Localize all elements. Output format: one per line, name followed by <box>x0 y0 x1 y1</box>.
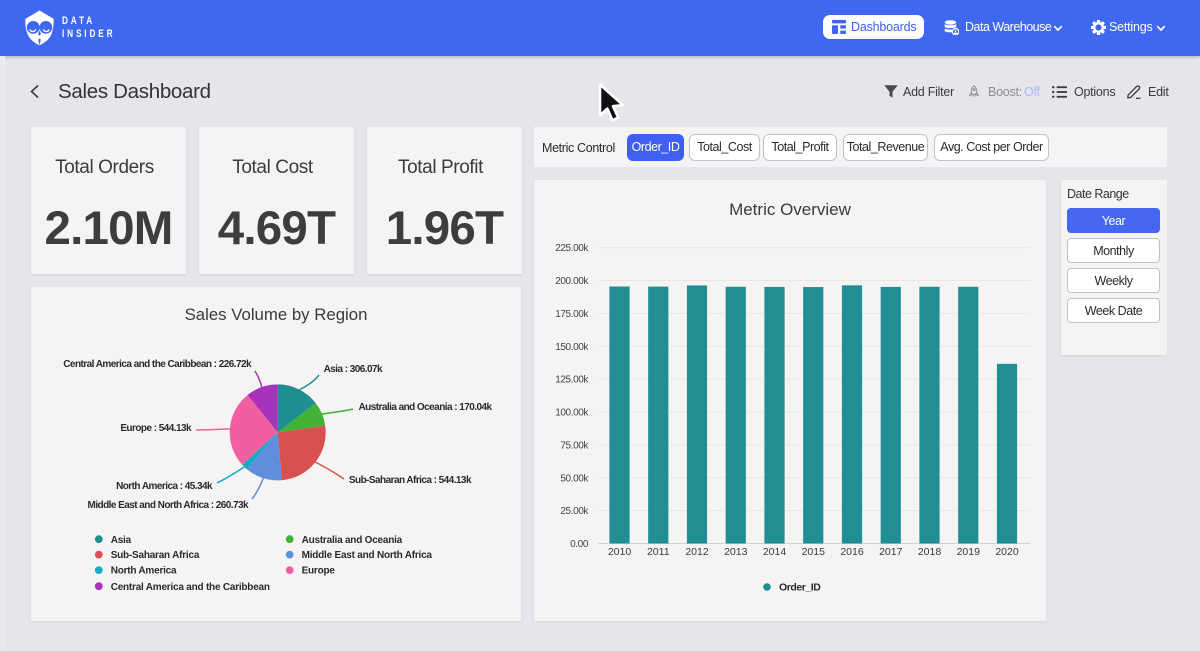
svg-text:Europe: Europe <box>302 566 336 577</box>
svg-text:2020: 2020 <box>995 546 1019 558</box>
svg-text:Sub-Saharan Africa: Sub-Saharan Africa <box>111 550 200 561</box>
svg-text:2015: 2015 <box>802 546 826 558</box>
svg-text:2012: 2012 <box>685 546 709 558</box>
svg-text:2011: 2011 <box>647 546 670 558</box>
svg-text:175.00k: 175.00k <box>555 309 589 320</box>
svg-text:0.00: 0.00 <box>570 539 589 550</box>
svg-text:Australia and Oceania: Australia and Oceania <box>302 535 403 546</box>
svg-text:75.00k: 75.00k <box>560 440 589 451</box>
svg-text:150.00k: 150.00k <box>555 342 589 353</box>
svg-text:125.00k: 125.00k <box>555 375 589 386</box>
svg-text:225.00k: 225.00k <box>555 243 589 254</box>
svg-text:Middle East and North Africa :: Middle East and North Africa : 260.73k <box>88 500 249 511</box>
svg-text:2016: 2016 <box>840 546 864 558</box>
svg-text:200.00k: 200.00k <box>555 276 589 287</box>
svg-text:2013: 2013 <box>724 546 748 558</box>
svg-text:Asia: Asia <box>111 535 132 546</box>
svg-text:2017: 2017 <box>879 546 903 558</box>
svg-text:2014: 2014 <box>763 546 787 558</box>
svg-text:North America : 45.34k: North America : 45.34k <box>116 481 213 492</box>
svg-text:Australia and Oceania : 170.04: Australia and Oceania : 170.04k <box>359 402 493 413</box>
svg-text:2018: 2018 <box>918 546 942 558</box>
svg-text:Order_ID: Order_ID <box>779 582 821 594</box>
svg-text:Central America and the Caribb: Central America and the Caribbean : 226.… <box>63 359 252 370</box>
svg-text:Asia : 306.07k: Asia : 306.07k <box>324 364 383 375</box>
svg-text:Central America and the Caribb: Central America and the Caribbean <box>111 582 270 593</box>
svg-text:25.00k: 25.00k <box>560 506 589 517</box>
svg-text:Sub-Saharan Africa : 544.13k: Sub-Saharan Africa : 544.13k <box>349 475 472 486</box>
svg-text:Middle East and North Africa: Middle East and North Africa <box>302 550 433 561</box>
svg-text:2019: 2019 <box>957 546 981 558</box>
svg-text:100.00k: 100.00k <box>555 408 589 419</box>
svg-text:Europe : 544.13k: Europe : 544.13k <box>120 423 192 434</box>
svg-text:50.00k: 50.00k <box>560 473 589 484</box>
svg-text:2010: 2010 <box>608 546 632 558</box>
svg-text:North America: North America <box>111 566 177 577</box>
